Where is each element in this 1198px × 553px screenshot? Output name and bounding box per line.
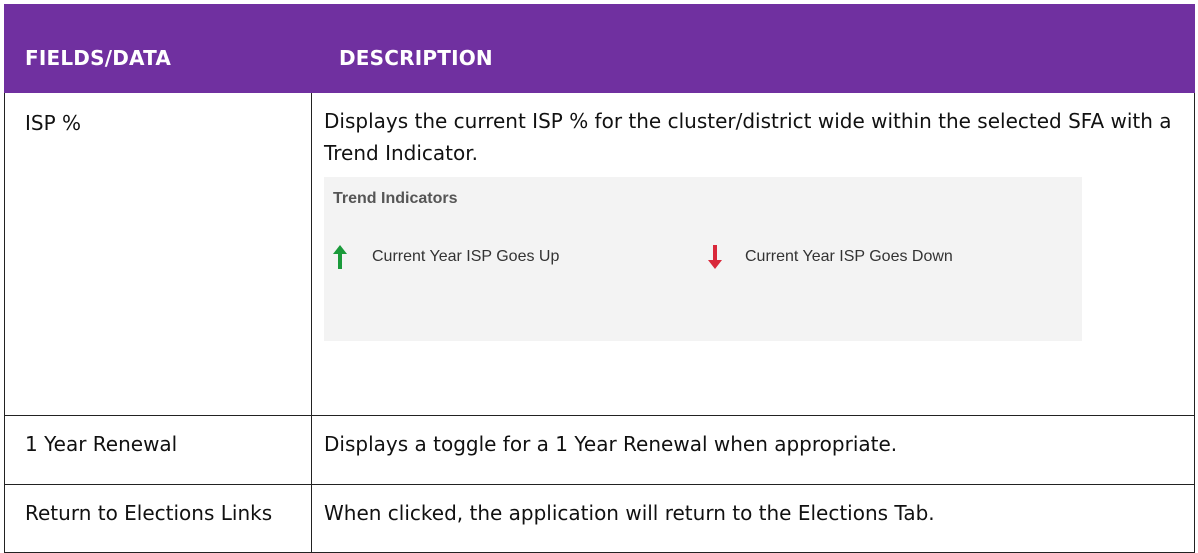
- fields-data-table: FIELDS/DATA DESCRIPTION ISP % Displays t…: [4, 4, 1195, 553]
- trend-indicator-up: Current Year ISP Goes Up: [332, 243, 559, 271]
- description-cell: Displays a toggle for a 1 Year Renewal w…: [311, 415, 1195, 485]
- description-cell: When clicked, the application will retur…: [311, 484, 1195, 553]
- trend-indicators-panel: Trend Indicators Current Year ISP Goes U…: [324, 177, 1082, 341]
- table-row: Return to Elections Links When clicked, …: [4, 484, 1195, 553]
- arrow-up-icon: [332, 244, 348, 270]
- description-cell: Displays the current ISP % for the clust…: [311, 92, 1195, 416]
- field-cell: Return to Elections Links: [4, 484, 312, 553]
- trend-down-label: Current Year ISP Goes Down: [745, 248, 953, 265]
- trend-indicators-title: Trend Indicators: [333, 190, 458, 207]
- table-header-row: FIELDS/DATA DESCRIPTION: [4, 4, 1195, 93]
- table-row: ISP % Displays the current ISP % for the…: [4, 92, 1195, 416]
- header-description: DESCRIPTION: [311, 4, 1195, 93]
- header-fields-data: FIELDS/DATA: [4, 4, 312, 93]
- field-cell: 1 Year Renewal: [4, 415, 312, 485]
- trend-indicator-down: Current Year ISP Goes Down: [707, 243, 953, 271]
- trend-up-label: Current Year ISP Goes Up: [372, 248, 560, 265]
- field-cell: ISP %: [4, 92, 312, 416]
- arrow-down-icon: [707, 244, 723, 270]
- description-text: Displays the current ISP % for the clust…: [324, 109, 1172, 165]
- table-row: 1 Year Renewal Displays a toggle for a 1…: [4, 415, 1195, 485]
